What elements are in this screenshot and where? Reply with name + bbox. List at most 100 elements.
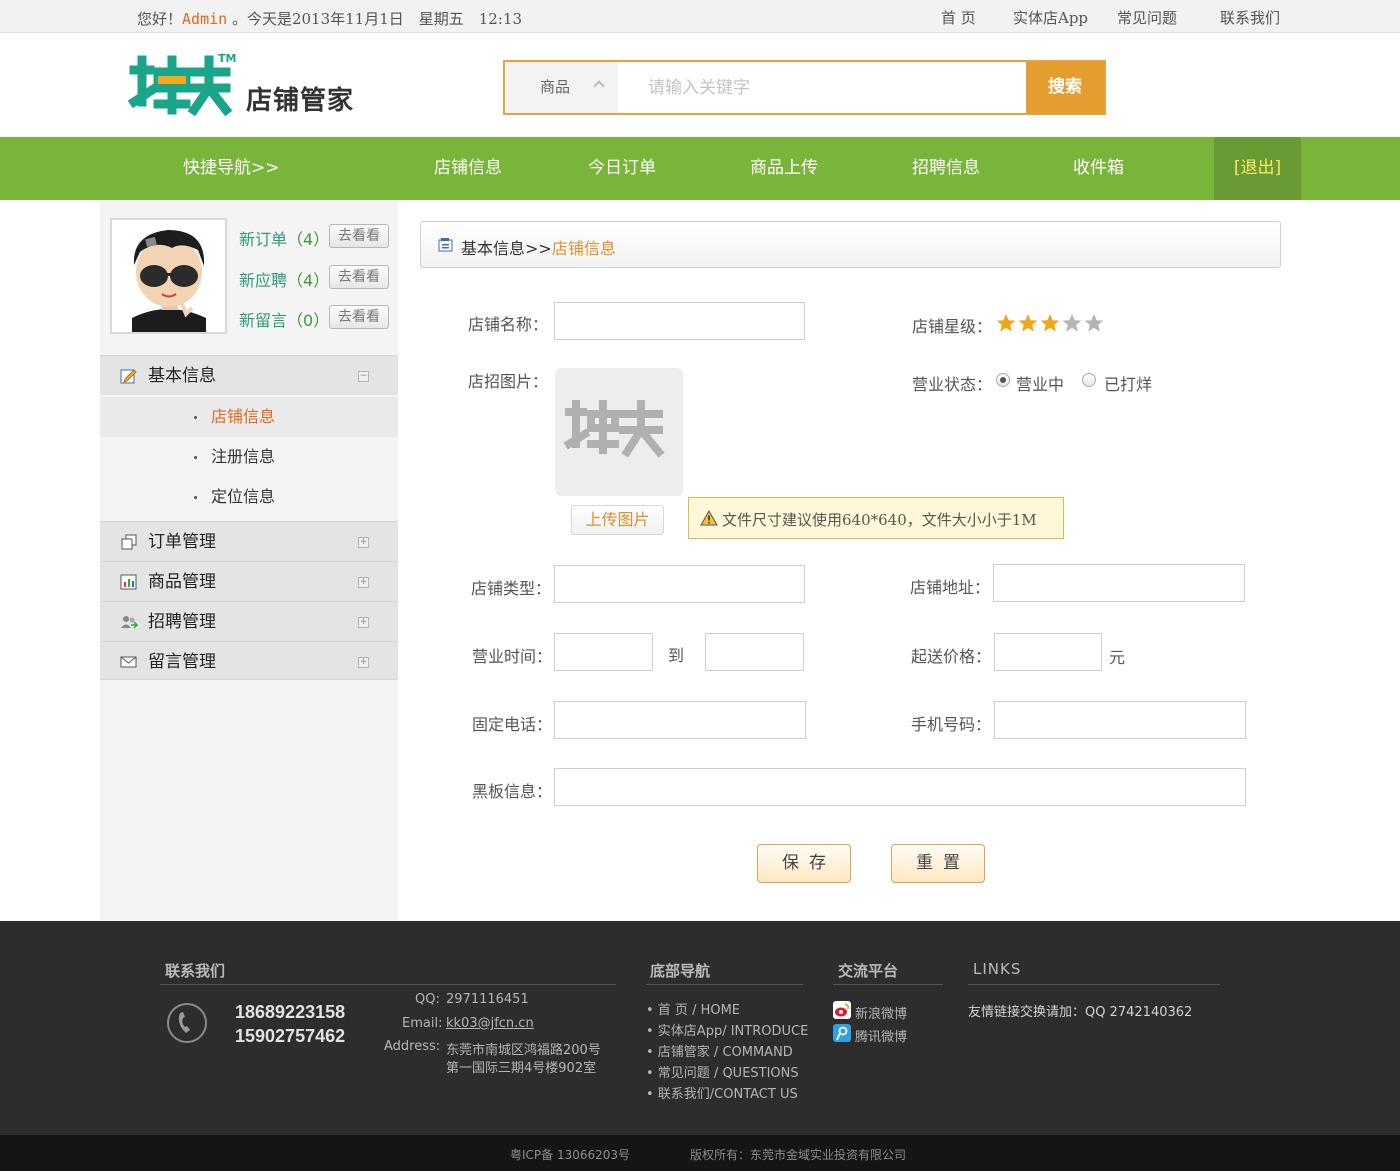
- label-to: 到: [668, 646, 685, 665]
- nav-inbox[interactable]: 收件箱: [1073, 137, 1124, 200]
- nav-shop-info[interactable]: 店铺信息: [434, 137, 502, 200]
- social-weibo[interactable]: 新浪微博: [855, 1003, 907, 1022]
- status-closed-radio[interactable]: [1082, 373, 1096, 387]
- footer-phone-1: 18689223158: [235, 1002, 346, 1022]
- footer-link-home[interactable]: • 首 页 / HOME: [646, 999, 740, 1018]
- view-orders-button[interactable]: 去看看: [329, 224, 389, 248]
- social-tencent[interactable]: 腾讯微博: [855, 1026, 907, 1045]
- expand-icon[interactable]: +: [358, 657, 369, 668]
- weibo-icon[interactable]: [833, 1001, 851, 1019]
- top-link-faq[interactable]: 常见问题: [1117, 7, 1177, 28]
- upload-image-button[interactable]: 上传图片: [571, 505, 664, 535]
- footer-nav-title: 底部导航: [650, 962, 711, 980]
- min-price-input[interactable]: [994, 633, 1102, 671]
- sidebar-item-shop-info[interactable]: 店铺信息: [100, 397, 398, 437]
- view-applications-button[interactable]: 去看看: [329, 265, 389, 289]
- nav-today-orders[interactable]: 今日订单: [588, 137, 656, 200]
- rating-stars[interactable]: [995, 313, 1105, 333]
- star-filled-icon[interactable]: [995, 313, 1017, 333]
- logo-tm: TM: [218, 52, 237, 65]
- breadcrumb-root[interactable]: 基本信息>>: [461, 239, 552, 258]
- footer-link-questions[interactable]: • 常见问题 / QUESTIONS: [646, 1062, 799, 1081]
- footer-link-app[interactable]: • 实体店App/ INTRODUCE: [646, 1020, 808, 1039]
- star-empty-icon[interactable]: [1061, 313, 1083, 333]
- footer-social-title: 交流平台: [838, 962, 899, 980]
- expand-icon[interactable]: +: [358, 617, 369, 628]
- label-sign-image: 店招图片：: [468, 372, 549, 391]
- email-link[interactable]: kk03@jfcn.cn: [446, 1016, 534, 1031]
- avatar[interactable]: [110, 218, 227, 334]
- view-messages-button[interactable]: 去看看: [329, 305, 389, 329]
- star-filled-icon[interactable]: [1017, 313, 1039, 333]
- divider: [646, 984, 803, 985]
- qq-label: QQ:: [415, 992, 440, 1007]
- shop-name-input[interactable]: [554, 302, 805, 340]
- label-blackboard: 黑板信息：: [472, 782, 553, 801]
- save-button[interactable]: 保存: [757, 844, 851, 883]
- top-link-app[interactable]: 实体店App: [1013, 7, 1088, 28]
- footer-link-command[interactable]: • 店铺管家 / COMMAND: [646, 1041, 793, 1060]
- qq-value: 2971116451: [446, 992, 529, 1007]
- tencent-weibo-icon[interactable]: [833, 1024, 851, 1042]
- search-bar: 商品 搜索: [503, 60, 1106, 115]
- upload-tip-text: 文件尺寸建议使用640*640，文件大小小于1M: [722, 511, 1037, 529]
- logout-button[interactable]: [退出]: [1214, 137, 1301, 200]
- sidebar-section-recruit[interactable]: 招聘管理 +: [100, 601, 398, 641]
- address-label: Address:: [384, 1039, 441, 1054]
- friend-links-text: 友情链接交换请加：QQ 2742140362: [968, 1005, 1193, 1020]
- label-mobile: 手机号码：: [911, 715, 992, 734]
- breadcrumb-text: 基本信息>>店铺信息: [461, 235, 616, 259]
- search-category-select[interactable]: 商品: [505, 62, 618, 113]
- bullet-icon: [194, 496, 197, 499]
- main-nav: 快捷导航>> 店铺信息 今日订单 商品上传 招聘信息 收件箱 [退出]: [0, 137, 1400, 200]
- avatar-image: [112, 220, 225, 332]
- sidebar-section-basic[interactable]: 基本信息 −: [100, 355, 398, 395]
- star-filled-icon[interactable]: [1039, 313, 1061, 333]
- bullet-icon: [194, 416, 197, 419]
- nav-product-upload[interactable]: 商品上传: [750, 137, 818, 200]
- sidebar-item-register-info[interactable]: 注册信息: [100, 437, 398, 477]
- expand-icon[interactable]: +: [358, 577, 369, 588]
- label-yuan: 元: [1109, 648, 1126, 667]
- notif-new-messages: 新留言（0）: [239, 307, 329, 331]
- nav-quick[interactable]: 快捷导航>>: [183, 137, 280, 200]
- divider: [160, 984, 616, 985]
- hours-end-input[interactable]: [705, 633, 804, 671]
- section-label: 基本信息: [148, 366, 216, 386]
- shop-address-input[interactable]: [993, 564, 1245, 602]
- logo[interactable]: TM 店铺管家: [127, 52, 388, 120]
- status-open-radio[interactable]: [996, 373, 1010, 387]
- top-link-home[interactable]: 首 页: [941, 7, 976, 28]
- notif-label: 新应聘: [239, 271, 288, 290]
- footer-contact-title: 联系我们: [165, 962, 226, 980]
- mail-icon: [120, 656, 137, 668]
- search-input[interactable]: [618, 62, 1026, 113]
- nav-recruit[interactable]: 招聘信息: [912, 137, 980, 200]
- chart-icon: [120, 574, 137, 590]
- sidebar-section-orders[interactable]: 订单管理 +: [100, 521, 398, 561]
- top-link-contact[interactable]: 联系我们: [1220, 7, 1280, 28]
- search-button[interactable]: 搜索: [1026, 62, 1104, 113]
- email-label: Email:: [402, 1016, 443, 1031]
- sidebar-item-label: 店铺信息: [211, 407, 276, 426]
- bottom-bar: 粤ICP备 13066203号 版权所有：东莞市金域实业投资有限公司: [0, 1135, 1400, 1171]
- sidebar-section-products[interactable]: 商品管理 +: [100, 561, 398, 601]
- landline-input[interactable]: [554, 701, 806, 739]
- label-shop-rating: 店铺星级：: [912, 317, 993, 336]
- star-empty-icon[interactable]: [1083, 313, 1105, 333]
- sign-image-preview[interactable]: [555, 368, 683, 496]
- expand-icon[interactable]: +: [358, 537, 369, 548]
- section-label: 招聘管理: [148, 612, 216, 632]
- sidebar-item-location-info[interactable]: 定位信息: [100, 477, 398, 517]
- shop-type-input[interactable]: [554, 565, 805, 603]
- collapse-icon[interactable]: −: [358, 371, 369, 382]
- footer-link-contact[interactable]: • 联系我们/CONTACT US: [646, 1083, 798, 1102]
- label-shop-name: 店铺名称：: [468, 315, 549, 334]
- mobile-input[interactable]: [994, 701, 1246, 739]
- chevron-up-icon: [593, 80, 605, 92]
- blackboard-input[interactable]: [554, 768, 1246, 806]
- address-line-2: 第一国际三期4号楼902室: [446, 1061, 597, 1076]
- sidebar-section-messages[interactable]: 留言管理 +: [100, 641, 398, 680]
- hours-start-input[interactable]: [554, 633, 653, 671]
- reset-button[interactable]: 重置: [891, 844, 985, 883]
